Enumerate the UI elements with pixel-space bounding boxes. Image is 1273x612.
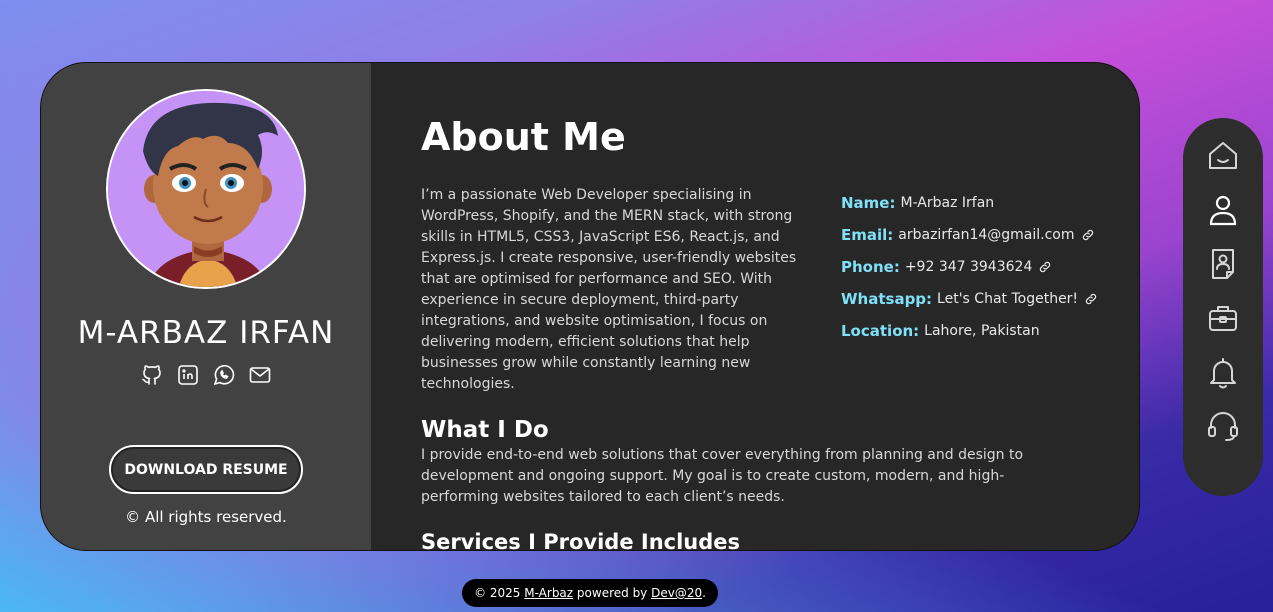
about-section: I’m a passionate Web Developer specialis… [421, 185, 1139, 395]
copyright-text: © All rights reserved. [125, 508, 287, 526]
whatsapp-icon[interactable] [212, 363, 236, 387]
what-i-do-title: What I Do [421, 417, 549, 443]
download-resume-button[interactable]: DOWNLOAD RESUME [109, 445, 303, 494]
github-icon[interactable] [140, 363, 164, 387]
info-name: Name: M-Arbaz Irfan [841, 194, 995, 212]
nav-contact[interactable] [1201, 404, 1245, 448]
user-icon [1209, 195, 1237, 226]
home-icon [1209, 142, 1237, 169]
nav-resume[interactable] [1201, 242, 1245, 286]
about-content: About Me I’m a passionate Web Developer … [371, 63, 1139, 550]
social-links [140, 363, 272, 387]
profile-sidebar: M-ARBAZ IRFAN DOWNLOAD RESUME © All righ… [41, 63, 371, 550]
linkedin-icon[interactable] [176, 363, 200, 387]
nav-about[interactable] [1201, 188, 1245, 232]
author-link[interactable]: M-Arbaz [524, 586, 573, 600]
mail-icon[interactable] [248, 363, 272, 387]
services-title: Services I Provide Includes [421, 530, 741, 550]
nav-home[interactable] [1201, 134, 1245, 178]
info-location: Location: Lahore, Pakistan [841, 322, 1040, 340]
headset-icon [1208, 412, 1238, 441]
link-icon[interactable] [1038, 260, 1052, 274]
what-i-do-paragraph: I provide end-to-end web solutions that … [421, 447, 1024, 505]
side-navigation [1183, 118, 1263, 496]
about-paragraph: I’m a passionate Web Developer specialis… [421, 187, 797, 392]
link-icon[interactable] [1084, 292, 1098, 306]
brand-link[interactable]: Dev@20 [651, 586, 702, 600]
bell-icon [1210, 358, 1236, 389]
page-title: About Me [421, 115, 626, 159]
briefcase-icon [1209, 306, 1237, 331]
nav-notifications[interactable] [1201, 350, 1245, 394]
info-phone: Phone: +92 347 3943624 [841, 251, 1098, 283]
contact-card-icon [1212, 249, 1234, 279]
info-email: Email: arbazirfan14@gmail.com [841, 219, 1098, 251]
link-icon[interactable] [1081, 228, 1095, 242]
footer: © 2025 M-Arbaz powered by Dev@20. [462, 579, 718, 607]
nav-portfolio[interactable] [1201, 296, 1245, 340]
profile-card: M-ARBAZ IRFAN DOWNLOAD RESUME © All righ… [40, 62, 1140, 551]
contact-info: Name: M-Arbaz Irfan Email: arbazirfan14@… [841, 187, 1098, 395]
avatar [106, 89, 306, 289]
info-whatsapp: Whatsapp: Let's Chat Together! [841, 283, 1098, 315]
profile-name: M-ARBAZ IRFAN [77, 315, 335, 351]
